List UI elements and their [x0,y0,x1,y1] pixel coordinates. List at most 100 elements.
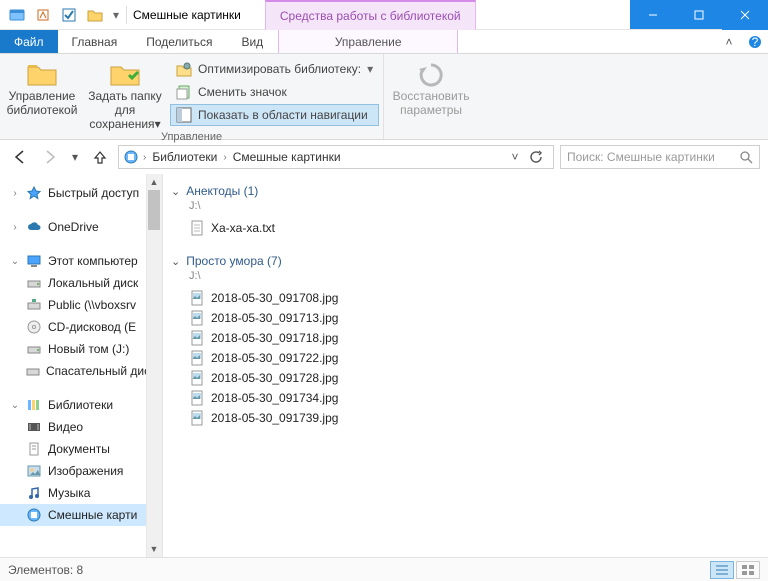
search-icon[interactable] [739,150,753,164]
refresh-icon[interactable] [529,150,549,164]
nav-label: Изображения [48,464,123,478]
address-bar[interactable]: › Библиотеки › Смешные картинки ˅ [118,145,554,169]
file-list[interactable]: ⌄Анектоды (1) J:\ Xa-xa-xa.txt ⌄ Просто умор… [163,174,768,557]
group-header[interactable]: ⌄ Просто умора (7) [171,254,760,268]
manage-library-button[interactable]: Управление библиотекой [4,56,80,131]
chevron-down-icon[interactable]: ⌄ [171,185,180,198]
list-item[interactable]: 2018-05-30_091728.jpg [171,368,760,388]
file-name: 2018-05-30_091713.jpg [211,311,338,325]
set-save-folder-label: Задать папку для сохранения▾ [80,90,170,131]
titlebar: ▾ Смешные картинки Средства работы с биб… [0,0,768,30]
nav-cd-drive[interactable]: CD-дисковод (E [0,316,162,338]
manage-library-label: Управление библиотекой [4,90,80,118]
file-name: 2018-05-30_091739.jpg [211,411,338,425]
nav-libraries[interactable]: ⌄ Библиотеки [0,394,162,416]
file-name: Xa-xa-xa.txt [211,221,275,235]
nav-label: Public (\\vboxsrv [48,298,136,312]
list-item[interactable]: 2018-05-30_091734.jpg [171,388,760,408]
nav-label: Библиотеки [48,398,113,412]
scroll-down-icon[interactable]: ▼ [146,541,162,557]
nav-music[interactable]: Музыка [0,482,162,504]
change-icon-button[interactable]: Сменить значок [170,81,379,103]
list-item[interactable]: 2018-05-30_091708.jpg [171,288,760,308]
chevron-down-icon[interactable]: ⌄ [171,255,180,268]
chevron-right-icon[interactable]: › [143,152,146,163]
minimize-button[interactable] [630,0,676,30]
nav-pane-icon [176,107,192,123]
search-input[interactable] [567,150,739,164]
nav-pictures[interactable]: Изображения [0,460,162,482]
nav-rescue-disk[interactable]: Спасательный диск [0,360,162,382]
group-header[interactable]: ⌄Анектоды (1) [171,184,760,198]
restore-settings-button[interactable]: Восстановить параметры [388,56,474,123]
breadcrumb-root[interactable]: Библиотеки [150,150,219,164]
list-item[interactable]: 2018-05-30_091722.jpg [171,348,760,368]
show-in-nav-label: Показать в области навигации [198,108,368,122]
folder-large-icon [26,60,58,88]
tab-share[interactable]: Поделиться [132,30,227,53]
up-button[interactable] [88,145,112,169]
nav-quick-access[interactable]: › Быстрый доступ [0,182,162,204]
close-button[interactable] [722,0,768,30]
group-path: J:\ [171,270,760,282]
forward-button[interactable] [38,145,62,169]
maximize-button[interactable] [676,0,722,30]
folder-icon[interactable] [84,4,106,26]
tab-manage[interactable]: Управление [278,30,458,53]
help-icon[interactable]: ? [742,30,768,53]
back-button[interactable] [8,145,32,169]
body: › Быстрый доступ › OneDrive ⌄ Этот компь… [0,174,768,557]
tab-file[interactable]: Файл [0,30,58,53]
folder-check-icon [109,60,141,88]
nav-this-pc[interactable]: ⌄ Этот компьютер [0,250,162,272]
nav-local-disk[interactable]: Локальный диск [0,272,162,294]
optimize-library-button[interactable]: Оптимизировать библиотеку:▾ [170,58,379,80]
drive-icon [26,275,42,291]
file-icon [189,410,205,426]
tab-view[interactable]: Вид [227,30,278,53]
expand-icon[interactable]: › [10,188,20,199]
nav-new-volume[interactable]: Новый том (J:) [0,338,162,360]
show-in-nav-button[interactable]: Показать в области навигации [170,104,379,126]
tab-home[interactable]: Главная [58,30,133,53]
search-box[interactable] [560,145,760,169]
list-item[interactable]: 2018-05-30_091713.jpg [171,308,760,328]
file-icon [189,310,205,326]
cd-icon [26,319,42,335]
app-icon[interactable] [6,4,28,26]
collapse-icon[interactable]: ⌄ [10,256,20,267]
details-view-button[interactable] [710,561,734,579]
recent-locations-button[interactable]: ▾ [68,145,82,169]
file-name: 2018-05-30_091722.jpg [211,351,338,365]
drive-icon [26,341,42,357]
chevron-right-icon[interactable]: › [223,152,226,163]
qat-dropdown-icon[interactable]: ▾ [110,4,122,26]
status-items-label: Элементов: [8,563,73,577]
address-dropdown-icon[interactable]: ˅ [505,150,525,164]
list-item[interactable]: 2018-05-30_091739.jpg [171,408,760,428]
scroll-thumb[interactable] [148,190,160,230]
nav-scrollbar[interactable]: ▲ ▼ [146,174,162,557]
scroll-up-icon[interactable]: ▲ [146,174,162,190]
qat-properties-icon[interactable] [32,4,54,26]
expand-icon[interactable]: › [10,222,20,233]
music-icon [26,485,42,501]
qat-checkbox-icon[interactable] [58,4,80,26]
breadcrumb-leaf[interactable]: Смешные картинки [231,150,343,164]
nav-public-share[interactable]: Public (\\vboxsrv [0,294,162,316]
nav-documents[interactable]: Документы [0,438,162,460]
list-item[interactable]: Xa-xa-xa.txt [171,218,760,238]
nav-label: Спасательный диск [46,364,155,378]
collapse-ribbon-icon[interactable]: ˄ [716,30,742,53]
list-item[interactable]: 2018-05-30_091718.jpg [171,328,760,348]
group-title: Просто умора (7) [186,254,281,268]
nav-label: Новый том (J:) [48,342,129,356]
nav-videos[interactable]: Видео [0,416,162,438]
collapse-icon[interactable]: ⌄ [10,400,20,411]
set-save-folder-button[interactable]: Задать папку для сохранения▾ [80,56,170,131]
nav-onedrive[interactable]: › OneDrive [0,216,162,238]
ribbon-group-manage: Управление библиотекой Задать папку для … [0,54,384,139]
nav-funny-pictures[interactable]: Смешные карти [0,504,162,526]
picture-icon [26,463,42,479]
thumbnails-view-button[interactable] [736,561,760,579]
